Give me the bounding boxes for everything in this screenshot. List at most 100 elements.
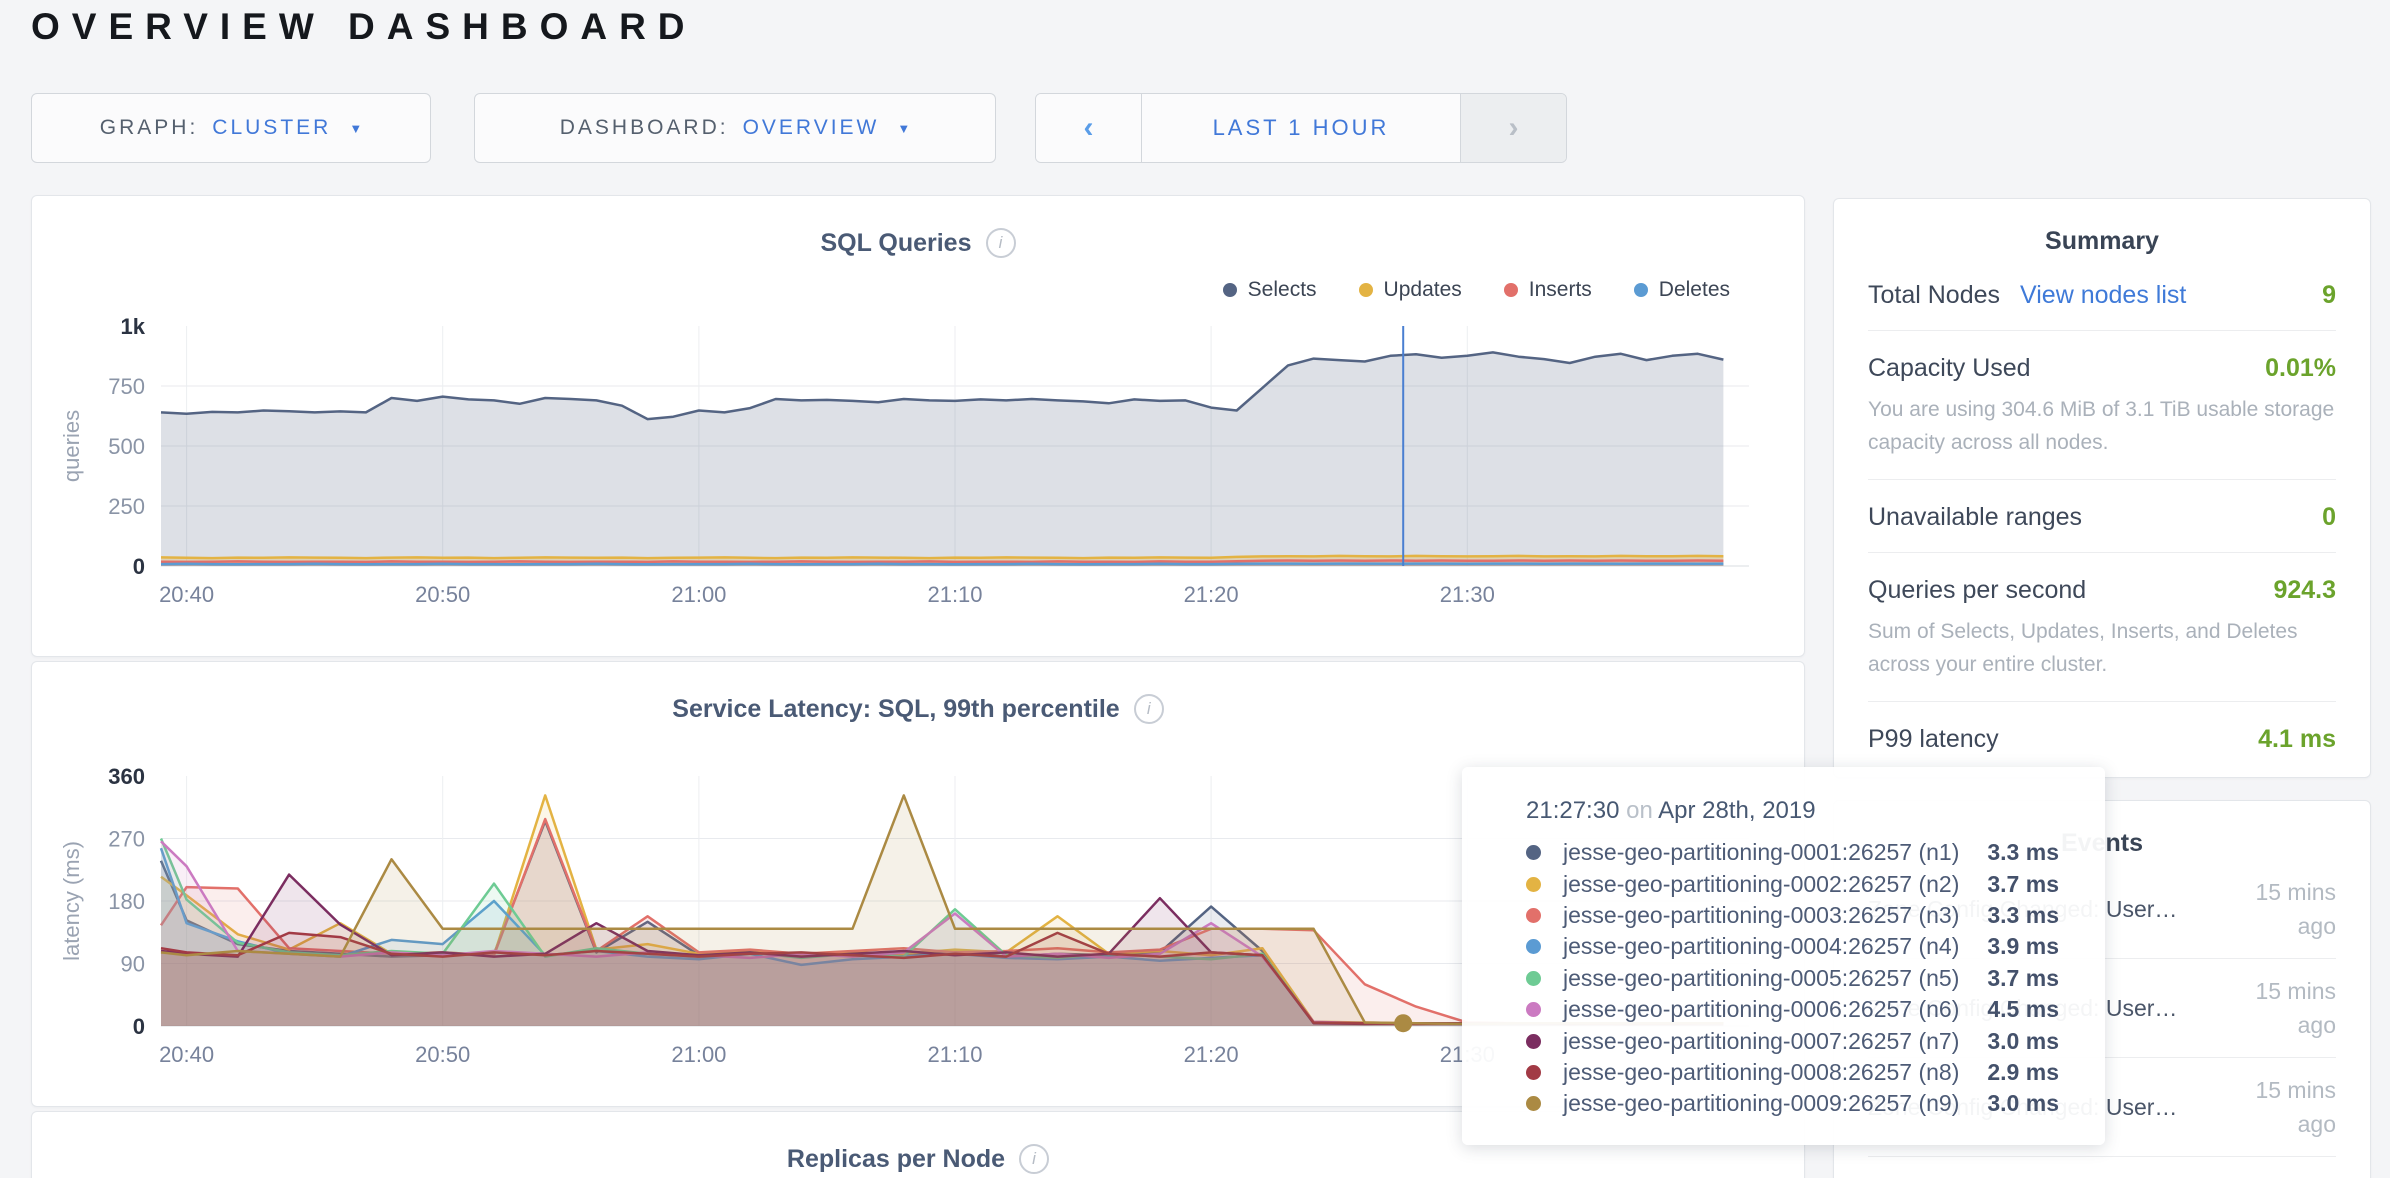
svg-text:1k: 1k	[121, 314, 146, 339]
svg-text:21:20: 21:20	[1184, 582, 1239, 607]
total-nodes-value: 9	[2322, 281, 2336, 310]
tooltip-node-latency: 3.7 ms	[1987, 965, 2059, 992]
series-dot-icon	[1526, 1096, 1541, 1111]
capacity-used-value: 0.01%	[2265, 354, 2336, 383]
unavailable-ranges-value: 0	[2322, 503, 2336, 532]
event-timestamp: 15 mins ago	[2224, 1073, 2336, 1141]
summary-title: Summary	[1834, 227, 2370, 256]
tooltip-row: jesse-geo-partitioning-0001:26257 (n1)3.…	[1526, 837, 2055, 868]
capacity-used-note: You are using 304.6 MiB of 3.1 TiB usabl…	[1868, 393, 2336, 459]
time-next-button[interactable]: ›	[1460, 94, 1566, 162]
tooltip-timestamp: 21:27:30 on Apr 28th, 2019	[1526, 797, 2055, 825]
chevron-left-icon: ‹	[1084, 111, 1094, 145]
time-window-label[interactable]: LAST 1 HOUR	[1142, 94, 1460, 162]
dashboard-dropdown[interactable]: DASHBOARD: OVERVIEW ▼	[474, 93, 996, 163]
svg-text:90: 90	[121, 952, 145, 977]
graph-dropdown[interactable]: GRAPH: CLUSTER ▼	[31, 93, 431, 163]
svg-text:20:40: 20:40	[159, 582, 214, 607]
overview-dashboard-page: OVERVIEW DASHBOARD GRAPH: CLUSTER ▼ DASH…	[0, 0, 2390, 1178]
tooltip-node-latency: 3.0 ms	[1987, 1028, 2059, 1055]
event-row: Zone Config Changed: User…15 mins ago	[1868, 1156, 2336, 1178]
time-window-selector: ‹ LAST 1 HOUR ›	[1035, 93, 1567, 163]
summary-row-capacity: Capacity Used 0.01% You are using 304.6 …	[1868, 330, 2336, 479]
info-icon-glyph: i	[1032, 1149, 1036, 1169]
svg-text:21:10: 21:10	[927, 582, 982, 607]
tooltip-node-latency: 3.3 ms	[1987, 839, 2059, 866]
tooltip-row: jesse-geo-partitioning-0002:26257 (n2)3.…	[1526, 868, 2055, 899]
chevron-down-icon: ▼	[897, 121, 910, 136]
chevron-down-icon: ▼	[349, 121, 362, 136]
unavailable-ranges-label: Unavailable ranges	[1868, 503, 2082, 532]
series-dot-icon	[1526, 845, 1541, 860]
series-dot-icon	[1526, 1065, 1541, 1080]
svg-text:750: 750	[108, 374, 145, 399]
svg-text:20:50: 20:50	[415, 582, 470, 607]
p99-latency-value: 4.1 ms	[2258, 725, 2336, 754]
svg-text:queries: queries	[59, 410, 84, 482]
tooltip-row: jesse-geo-partitioning-0005:26257 (n5)3.…	[1526, 963, 2055, 994]
event-timestamp: 15 mins ago	[2224, 1172, 2336, 1178]
tooltip-rows: jesse-geo-partitioning-0001:26257 (n1)3.…	[1526, 837, 2055, 1120]
replicas-title-row: Replicas per Node i	[32, 1144, 1804, 1174]
svg-text:0: 0	[133, 554, 145, 579]
sql-queries-panel: SQL Queries i SelectsUpdatesInsertsDelet…	[31, 195, 1805, 657]
summary-row-p99: P99 latency 4.1 ms	[1868, 701, 2336, 774]
series-dot-icon	[1526, 1002, 1541, 1017]
legend-dot-icon	[1634, 283, 1648, 297]
event-timestamp: 15 mins ago	[2224, 875, 2336, 943]
dashboard-dropdown-value: OVERVIEW	[743, 116, 880, 140]
event-timestamp: 15 mins ago	[2224, 974, 2336, 1042]
legend-label: Selects	[1248, 278, 1317, 302]
series-dot-icon	[1526, 971, 1541, 986]
svg-text:21:10: 21:10	[927, 1042, 982, 1067]
legend-item-deletes[interactable]: Deletes	[1634, 278, 1730, 302]
series-dot-icon	[1526, 908, 1541, 923]
total-nodes-label: Total Nodes	[1868, 281, 2000, 310]
info-icon[interactable]: i	[1134, 694, 1164, 724]
info-icon[interactable]: i	[986, 228, 1016, 258]
chart-hover-tooltip: 21:27:30 on Apr 28th, 2019 jesse-geo-par…	[1462, 767, 2105, 1145]
graph-dropdown-label: GRAPH:	[100, 116, 199, 140]
tooltip-row: jesse-geo-partitioning-0009:26257 (n9)3.…	[1526, 1088, 2055, 1119]
tooltip-node-latency: 3.7 ms	[1987, 871, 2059, 898]
tooltip-node-name: jesse-geo-partitioning-0002:26257 (n2)	[1563, 871, 1959, 898]
tooltip-node-name: jesse-geo-partitioning-0009:26257 (n9)	[1563, 1090, 1959, 1117]
svg-text:21:00: 21:00	[671, 582, 726, 607]
series-dot-icon	[1526, 939, 1541, 954]
summary-body: Total Nodes View nodes list 9 Capacity U…	[1834, 258, 2370, 774]
legend-dot-icon	[1223, 283, 1237, 297]
capacity-used-label: Capacity Used	[1868, 354, 2031, 383]
service-latency-title: Service Latency: SQL, 99th percentile	[672, 695, 1119, 724]
sql-chart-svg[interactable]: 02505007501k20:4020:5021:0021:1021:2021:…	[33, 314, 1805, 624]
tooltip-row: jesse-geo-partitioning-0007:26257 (n7)3.…	[1526, 1025, 2055, 1056]
legend-dot-icon	[1359, 283, 1373, 297]
qps-label: Queries per second	[1868, 576, 2086, 605]
summary-row-total-nodes: Total Nodes View nodes list 9	[1868, 258, 2336, 330]
info-icon[interactable]: i	[1019, 1144, 1049, 1174]
svg-text:21:00: 21:00	[671, 1042, 726, 1067]
graph-dropdown-value: CLUSTER	[212, 116, 331, 140]
svg-text:270: 270	[108, 827, 145, 852]
tooltip-row: jesse-geo-partitioning-0004:26257 (n4)3.…	[1526, 931, 2055, 962]
replicas-per-node-title: Replicas per Node	[787, 1145, 1005, 1174]
svg-text:latency (ms): latency (ms)	[59, 841, 84, 961]
svg-text:20:50: 20:50	[415, 1042, 470, 1067]
tooltip-row: jesse-geo-partitioning-0008:26257 (n8)2.…	[1526, 1057, 2055, 1088]
tooltip-node-name: jesse-geo-partitioning-0001:26257 (n1)	[1563, 839, 1959, 866]
series-dot-icon	[1526, 877, 1541, 892]
info-icon-glyph: i	[1147, 699, 1151, 719]
p99-latency-label: P99 latency	[1868, 725, 1999, 754]
legend-item-selects[interactable]: Selects	[1223, 278, 1317, 302]
tooltip-node-name: jesse-geo-partitioning-0007:26257 (n7)	[1563, 1028, 1959, 1055]
time-prev-button[interactable]: ‹	[1036, 94, 1142, 162]
svg-text:21:30: 21:30	[1440, 582, 1495, 607]
svg-text:500: 500	[108, 434, 145, 459]
tooltip-node-latency: 3.3 ms	[1987, 902, 2059, 929]
tooltip-row: jesse-geo-partitioning-0006:26257 (n6)4.…	[1526, 994, 2055, 1025]
legend-item-updates[interactable]: Updates	[1359, 278, 1462, 302]
view-nodes-list-link[interactable]: View nodes list	[2020, 281, 2186, 310]
tooltip-node-latency: 4.5 ms	[1987, 996, 2059, 1023]
legend-item-inserts[interactable]: Inserts	[1504, 278, 1592, 302]
tooltip-node-name: jesse-geo-partitioning-0008:26257 (n8)	[1563, 1059, 1959, 1086]
tooltip-node-name: jesse-geo-partitioning-0004:26257 (n4)	[1563, 933, 1959, 960]
